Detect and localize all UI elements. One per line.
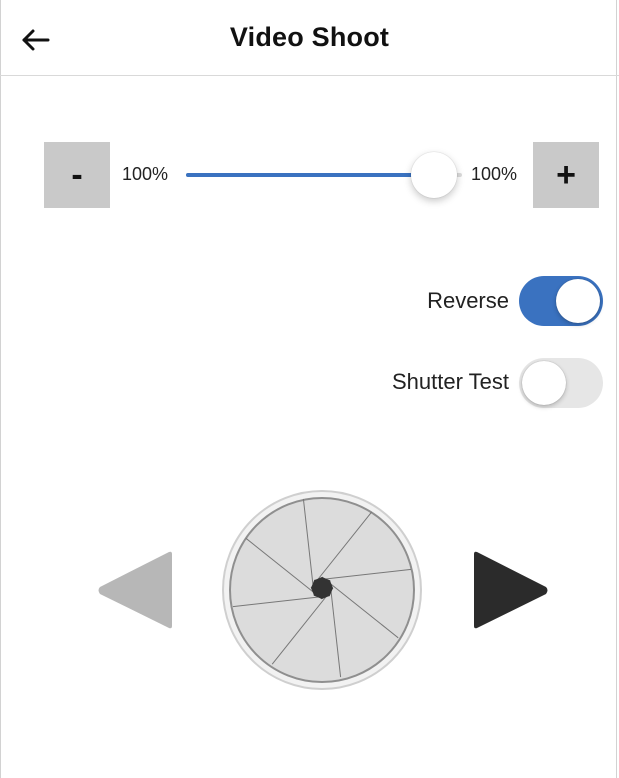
speed-max-value: 100% [471, 164, 518, 184]
header-bar: Video Shoot [0, 0, 619, 76]
speed-min-value: 100% [122, 164, 169, 184]
page-title: Video Shoot [229, 22, 390, 52]
shutter-test-toggle[interactable] [519, 358, 603, 408]
shutter-test-label: Shutter Test [392, 369, 509, 394]
toggle-knob [556, 279, 600, 323]
slider-thumb[interactable] [411, 152, 458, 198]
camera-aperture-icon [222, 490, 422, 690]
reverse-label: Reverse [427, 288, 509, 313]
shutter-button[interactable] [221, 489, 423, 691]
speed-increase-button[interactable]: + [533, 142, 599, 208]
triangle-left-icon [98, 551, 172, 629]
previous-button[interactable] [96, 550, 176, 630]
reverse-toggle[interactable] [519, 276, 603, 326]
slider-fill [186, 173, 435, 177]
speed-slider[interactable] [186, 150, 462, 200]
next-button[interactable] [470, 550, 550, 630]
triangle-right-icon [474, 551, 548, 629]
toggle-knob [522, 361, 566, 405]
speed-decrease-button[interactable]: - [44, 142, 110, 208]
